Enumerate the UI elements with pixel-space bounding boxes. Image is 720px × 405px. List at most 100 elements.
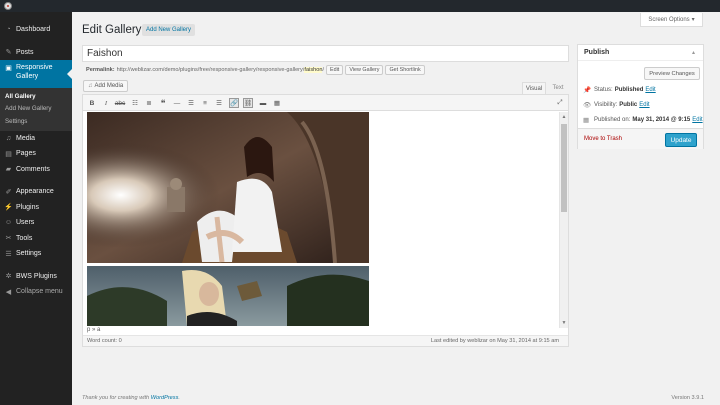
footer-thanks-prefix: Thank you for creating with xyxy=(82,395,151,401)
sidebar-item-users[interactable]: ☺ Users xyxy=(0,215,72,231)
visibility-label: Visibility: xyxy=(594,102,618,108)
sidebar-item-media[interactable]: ♫ Media xyxy=(0,131,72,147)
strikethrough-icon[interactable]: abc xyxy=(115,98,125,108)
permalink-end: / xyxy=(322,66,325,73)
publish-box: Publish ▴ Preview Changes 📌 Status: Publ… xyxy=(577,44,704,149)
blockquote-icon[interactable]: ❝ xyxy=(158,98,168,108)
permalink-slug[interactable]: faishon xyxy=(304,66,323,73)
sidebar-item-label: Plugins xyxy=(16,203,39,211)
pin-icon: ✎ xyxy=(5,49,12,57)
permalink-label: Permalink: xyxy=(86,66,115,73)
eye-icon: 👁 xyxy=(583,102,592,109)
wordpress-link[interactable]: WordPress xyxy=(151,395,179,401)
tab-text[interactable]: Text xyxy=(548,82,568,94)
sidebar-item-bws-plugins[interactable]: ✲ BWS Plugins xyxy=(0,269,72,285)
align-right-icon[interactable]: ☰ xyxy=(214,98,224,108)
toolbar-toggle-icon[interactable]: ▦ xyxy=(272,98,282,108)
visibility-row: 👁 Visibility: Public Edit xyxy=(583,101,650,109)
add-new-gallery-button[interactable]: Add New Gallery xyxy=(142,24,196,36)
sidebar-item-label: Settings xyxy=(16,250,42,258)
insert-link-icon[interactable]: 🔗 xyxy=(229,98,239,108)
screen-options-label: Screen Options xyxy=(648,16,690,23)
remove-link-icon[interactable]: ⛓ xyxy=(243,98,253,108)
align-left-icon[interactable]: ☰ xyxy=(186,98,196,108)
italic-icon[interactable]: I xyxy=(101,98,111,108)
align-center-icon[interactable]: ≡ xyxy=(200,98,210,108)
publish-box-title: Publish xyxy=(578,45,703,61)
sidebar-item-label: Responsive Gallery xyxy=(16,64,53,80)
admin-sidebar: ◔ Dashboard ✎ Posts ▣ Responsive Gallery… xyxy=(0,12,72,405)
brush-icon: ✐ xyxy=(5,188,12,196)
sidebar-item-tools[interactable]: ✂ Tools xyxy=(0,231,72,247)
view-gallery-button[interactable]: View Gallery xyxy=(345,64,384,75)
edit-status-link[interactable]: Edit xyxy=(645,87,655,93)
collapse-arrow-icon[interactable]: ▴ xyxy=(692,49,695,56)
bullet-list-icon[interactable]: ☷ xyxy=(130,98,140,108)
sidebar-item-plugins[interactable]: ⚡ Plugins xyxy=(0,200,72,216)
editor-content[interactable] xyxy=(87,112,559,326)
scroll-up-icon[interactable]: ▲ xyxy=(561,114,567,120)
media-icon: ♫ xyxy=(88,83,93,89)
sidebar-item-label: Posts xyxy=(16,48,34,56)
element-path: p » a xyxy=(87,327,101,333)
move-to-trash-link[interactable]: Move to Trash xyxy=(584,136,622,142)
sidebar-item-label: BWS Plugins xyxy=(16,272,57,280)
post-title-input[interactable]: Faishon xyxy=(82,45,569,62)
page-title: Edit Gallery xyxy=(82,24,142,36)
chevron-down-icon: ▾ xyxy=(691,17,695,23)
numbered-list-icon[interactable]: ≣ xyxy=(144,98,154,108)
gallery-image-2[interactable] xyxy=(87,266,369,326)
admin-bar xyxy=(0,0,720,12)
preview-changes-button[interactable]: Preview Changes xyxy=(644,67,700,80)
collapse-menu-button[interactable]: ◀ Collapse menu xyxy=(0,284,72,300)
footer-thanks-suffix: . xyxy=(178,395,180,401)
wrench-icon: ✂ xyxy=(5,235,12,243)
scrollbar-thumb[interactable] xyxy=(561,124,567,212)
editor-status-bar: Word count: 0 Last edited by weblizar on… xyxy=(83,335,568,346)
settings-icon: ☰ xyxy=(5,250,12,258)
sidebar-item-appearance[interactable]: ✐ Appearance xyxy=(0,184,72,200)
read-more-icon[interactable]: ▬ xyxy=(258,98,268,108)
sidebar-item-settings[interactable]: ☰ Settings xyxy=(0,246,72,262)
scroll-down-icon[interactable]: ▼ xyxy=(561,320,567,326)
sidebar-item-label: Media xyxy=(16,134,36,142)
sidebar-item-responsive-gallery[interactable]: ▣ Responsive Gallery xyxy=(0,60,72,88)
submenu-add-new-gallery[interactable]: Add New Gallery xyxy=(0,103,72,116)
current-menu-arrow xyxy=(67,69,72,79)
pages-icon: ▤ xyxy=(5,150,12,158)
pin-icon: 📌 xyxy=(583,87,592,94)
edit-visibility-link[interactable]: Edit xyxy=(639,102,649,108)
last-edited: Last edited by weblizar on May 31, 2014 … xyxy=(430,338,559,344)
fullscreen-icon[interactable]: ⤢ xyxy=(555,98,565,108)
sidebar-item-comments[interactable]: ▰ Comments xyxy=(0,162,72,178)
status-row: 📌 Status: Published Edit xyxy=(583,86,656,94)
submenu-all-gallery[interactable]: All Gallery xyxy=(0,90,72,103)
status-label: Status: xyxy=(594,87,613,93)
add-media-button[interactable]: ♫ Add Media xyxy=(83,80,129,92)
get-shortlink-button[interactable]: Get Shortlink xyxy=(385,64,425,75)
comments-icon: ▰ xyxy=(5,166,12,174)
horizontal-rule-icon[interactable]: — xyxy=(172,98,182,108)
gallery-submenu: All Gallery Add New Gallery Settings xyxy=(0,88,72,131)
update-button[interactable]: Update xyxy=(665,133,697,147)
sidebar-item-pages[interactable]: ▤ Pages xyxy=(0,146,72,162)
screen-options-button[interactable]: Screen Options ▾ xyxy=(640,13,703,27)
editor-scrollbar[interactable]: ▲ ▼ xyxy=(559,112,568,328)
sidebar-item-posts[interactable]: ✎ Posts xyxy=(0,45,72,61)
footer-version: Version 3.9.1 xyxy=(671,395,704,401)
gallery-image-1[interactable] xyxy=(87,112,369,263)
tab-visual[interactable]: Visual xyxy=(522,82,546,94)
status-value: Published xyxy=(614,87,644,93)
submenu-settings[interactable]: Settings xyxy=(0,115,72,128)
edit-permalink-button[interactable]: Edit xyxy=(326,64,344,75)
wordpress-logo-icon[interactable] xyxy=(4,2,12,10)
calendar-icon: ▦ xyxy=(583,117,590,124)
sidebar-item-dashboard[interactable]: ◔ Dashboard xyxy=(0,22,72,38)
gallery-icon: ▣ xyxy=(5,64,12,72)
edit-date-link[interactable]: Edit xyxy=(692,117,702,123)
dashboard-icon: ◔ xyxy=(6,26,11,34)
bold-icon[interactable]: B xyxy=(87,98,97,108)
user-icon: ☺ xyxy=(4,219,13,227)
permalink-base-url[interactable]: http://weblizar.com/demo/plugins/free/re… xyxy=(117,67,305,73)
media-icon: ♫ xyxy=(5,134,12,142)
